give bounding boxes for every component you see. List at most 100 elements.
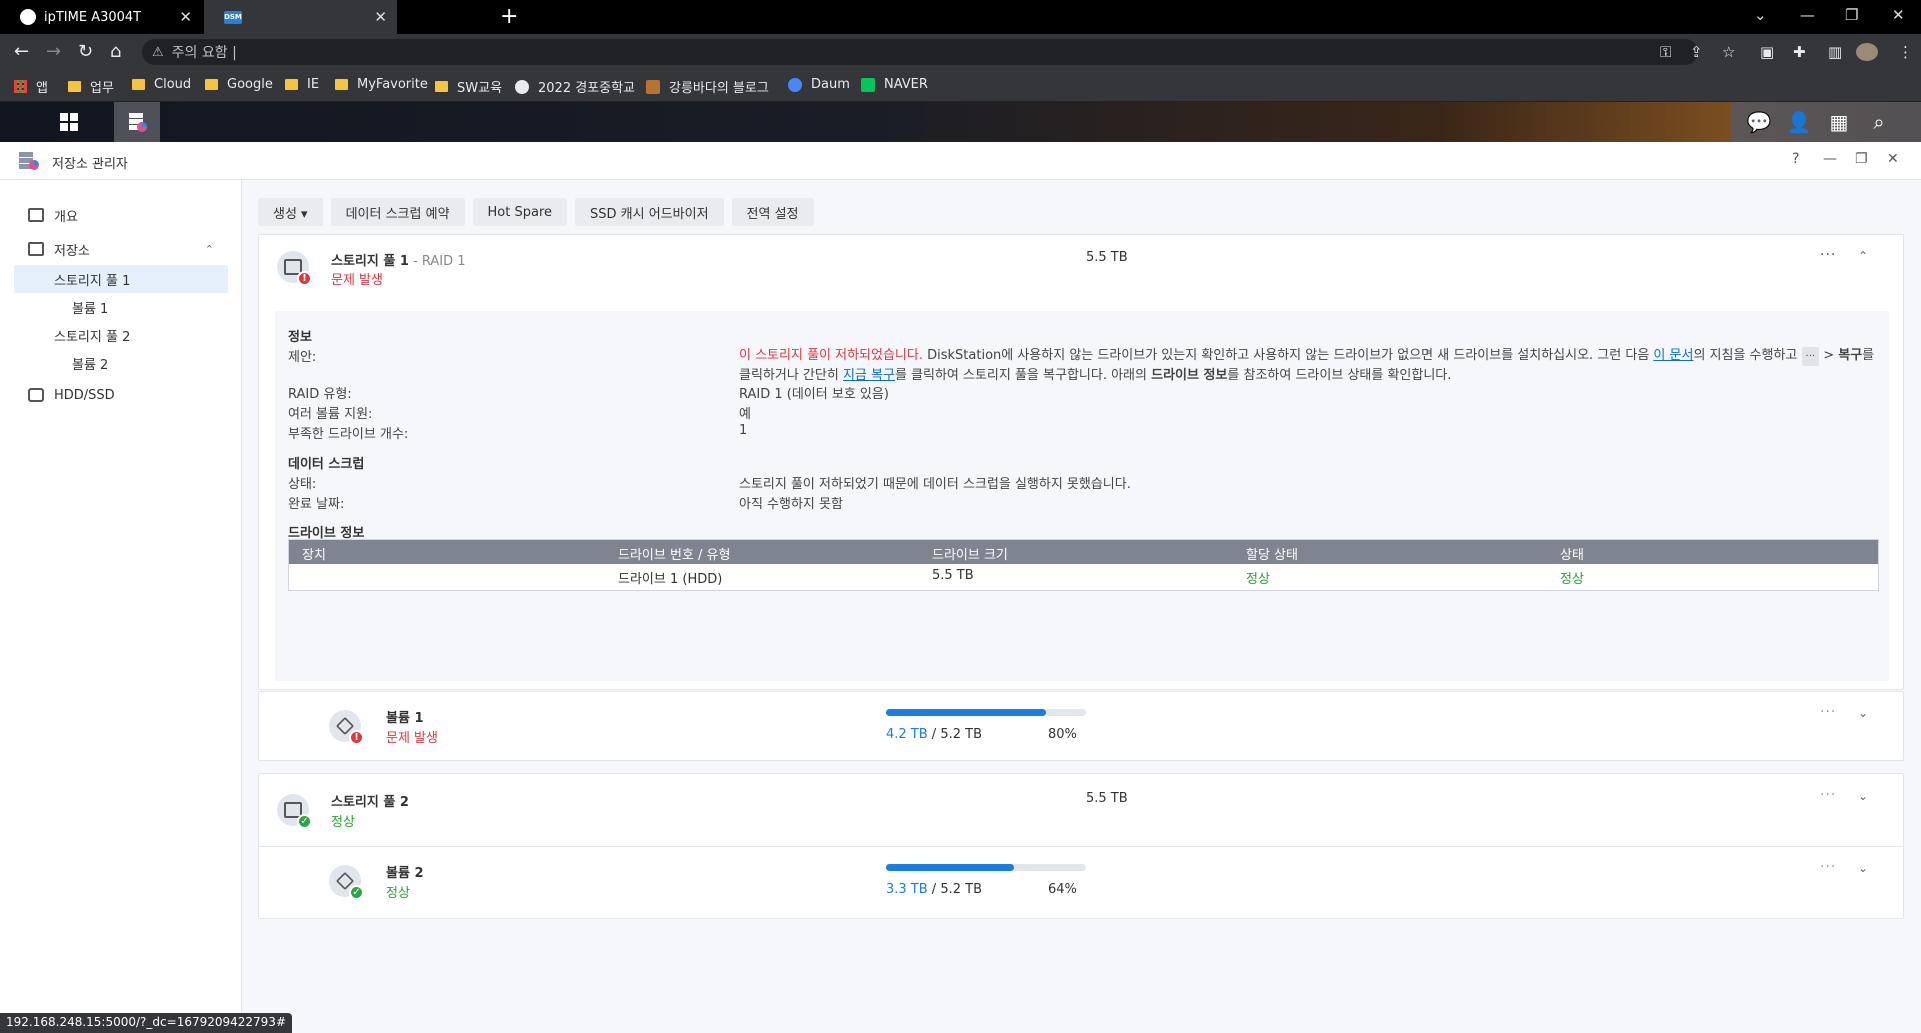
- tab-search-icon[interactable]: ⌄: [1754, 6, 1767, 24]
- bookmark-work[interactable]: 업무: [68, 77, 114, 96]
- bookmark-ie[interactable]: IE: [285, 77, 319, 92]
- reload-icon[interactable]: ↻: [78, 41, 93, 62]
- volume-title[interactable]: 볼륨 1: [386, 707, 424, 726]
- back-icon[interactable]: ←: [14, 41, 29, 62]
- pool-2-header[interactable]: ✓ 스토리지 풀 2 정상 5.5 TB ··· ⌄: [259, 774, 1903, 847]
- scrub-schedule-button[interactable]: 데이터 스크럽 예약: [330, 198, 465, 226]
- col-status[interactable]: 상태: [1560, 544, 1584, 563]
- menu-kebab-icon[interactable]: ⋮: [1898, 43, 1913, 61]
- more-options-icon[interactable]: ···: [1820, 704, 1836, 720]
- address-bar[interactable]: ⚠ 주의 요함 |: [142, 39, 1698, 65]
- global-settings-button[interactable]: 전역 설정: [731, 198, 814, 226]
- col-allocation[interactable]: 할당 상태: [1246, 544, 1298, 563]
- col-drive-size[interactable]: 드라이브 크기: [932, 544, 1008, 563]
- bookmark-label: Google: [227, 77, 273, 92]
- sidebar-item-volume2[interactable]: 볼륨 2: [14, 349, 228, 377]
- sidebar-item-label: HDD/SSD: [54, 387, 115, 403]
- puzzle-icon[interactable]: ✚: [1793, 43, 1806, 61]
- star-icon[interactable]: ☆: [1722, 43, 1735, 61]
- multi-volume-label: 여러 볼륨 지원:: [288, 407, 373, 422]
- bookmark-apps[interactable]: 앱: [14, 77, 48, 96]
- minimize-button[interactable]: —: [1823, 151, 1837, 167]
- more-options-icon[interactable]: ···: [1820, 787, 1836, 803]
- restore-button[interactable]: ❐: [1845, 6, 1858, 24]
- pool-title[interactable]: 스토리지 풀 1 - RAID 1: [331, 250, 466, 269]
- sidebar-item-overview[interactable]: 개요: [14, 201, 228, 229]
- tab-close-icon[interactable]: ✕: [179, 8, 192, 26]
- folder-icon: [285, 79, 298, 90]
- help-button[interactable]: ?: [1792, 151, 1799, 167]
- col-device[interactable]: 장치: [302, 544, 326, 563]
- more-options-icon[interactable]: ···: [1820, 859, 1836, 875]
- sidepanel-icon[interactable]: ▥: [1828, 43, 1842, 61]
- suggestion-part: 의 지침을 수행하고: [1693, 348, 1802, 363]
- bookmark-cloud[interactable]: Cloud: [132, 77, 191, 92]
- volume-usage-bar: [886, 709, 1086, 716]
- share-icon[interactable]: ⇪: [1690, 43, 1703, 61]
- chevron-down-icon[interactable]: ⌄: [1858, 706, 1868, 720]
- used-size: 4.2 TB: [886, 727, 928, 742]
- bookmark-label: NAVER: [884, 77, 928, 92]
- volume-usage-text: 3.3 TB / 5.2 TB: [886, 882, 982, 897]
- col-drive-type[interactable]: 드라이브 번호 / 유형: [618, 544, 730, 563]
- sidebar-item-volume1[interactable]: 볼륨 1: [14, 293, 228, 321]
- pool-size: 5.5 TB: [1086, 250, 1128, 265]
- bookmark-sw-edu[interactable]: SW교육: [435, 77, 502, 96]
- bookmark-google[interactable]: Google: [205, 77, 273, 92]
- sidebar-item-storage[interactable]: 저장소 ⌃: [14, 235, 228, 263]
- bookmark-myfavorite[interactable]: MyFavorite: [335, 77, 428, 92]
- chevron-up-icon[interactable]: ⌃: [1858, 249, 1868, 263]
- pool-status: 문제 발생: [331, 273, 383, 288]
- hot-spare-button[interactable]: Hot Spare: [472, 198, 568, 226]
- tab-iptime[interactable]: ipTIME A3004T ✕: [0, 0, 202, 34]
- sidebar-item-label: 스토리지 풀 2: [54, 329, 131, 345]
- chevron-up-icon[interactable]: ⌃: [205, 243, 214, 256]
- usage-fill: [886, 864, 1014, 871]
- bookmark-school[interactable]: 2022 경포중학교: [515, 77, 635, 96]
- bookmark-blog[interactable]: 강릉바다의 블로그: [646, 77, 769, 96]
- notification-icon[interactable]: 💬: [1747, 110, 1772, 134]
- maximize-button[interactable]: ❐: [1855, 151, 1868, 167]
- pool-status: 정상: [331, 815, 355, 830]
- home-icon[interactable]: ⌂: [110, 41, 121, 62]
- create-button[interactable]: 생성 ▾: [258, 198, 323, 226]
- this-document-link[interactable]: 이 문서: [1653, 348, 1693, 363]
- cell-allocation: 정상: [1246, 572, 1270, 587]
- extension-a-icon[interactable]: ▣: [1760, 43, 1774, 61]
- widgets-icon[interactable]: ▦: [1827, 110, 1851, 134]
- address-text: 주의 요함 |: [171, 45, 237, 61]
- profile-avatar[interactable]: [1856, 43, 1878, 61]
- sidebar-item-hdd-ssd[interactable]: HDD/SSD: [14, 381, 228, 409]
- tab-close-icon[interactable]: ✕: [374, 8, 387, 26]
- bookmark-naver[interactable]: NAVER: [861, 77, 928, 92]
- table-row[interactable]: 드라이브 1 (HDD) 5.5 TB 정상 정상: [289, 564, 1878, 590]
- key-icon[interactable]: ⚿: [1660, 43, 1671, 61]
- bookmark-daum[interactable]: Daum: [788, 77, 850, 92]
- volume-1-card[interactable]: ! 볼륨 1 문제 발생 4.2 TB / 5.2 TB 80% ··· ⌄: [258, 691, 1904, 761]
- scrub-status-label: 상태:: [288, 477, 317, 492]
- pool-title[interactable]: 스토리지 풀 2: [331, 791, 409, 810]
- volume-title[interactable]: 볼륨 2: [386, 862, 424, 881]
- storage-manager-taskbar-button[interactable]: [114, 102, 160, 142]
- sidebar-item-pool1[interactable]: 스토리지 풀 1: [14, 265, 228, 293]
- sidebar-item-pool2[interactable]: 스토리지 풀 2: [14, 321, 228, 349]
- main-menu-button[interactable]: [46, 102, 92, 142]
- tab-dsm[interactable]: DSM ✕: [204, 0, 397, 34]
- ssd-cache-advisor-button[interactable]: SSD 캐시 어드바이저: [575, 198, 724, 226]
- volume-2-row[interactable]: ✓ 볼륨 2 정상 3.3 TB / 5.2 TB 64% ··· ⌄: [259, 847, 1903, 919]
- user-icon[interactable]: 👤: [1787, 110, 1812, 134]
- chevron-down-icon[interactable]: ⌄: [1858, 789, 1868, 803]
- close-window-button[interactable]: ✕: [1892, 6, 1905, 24]
- sidebar-item-label: 개요: [54, 209, 78, 225]
- search-icon[interactable]: ⌕: [1867, 110, 1891, 134]
- storage-manager-icon: [19, 152, 39, 170]
- storage-pool-icon: !: [277, 251, 312, 286]
- globe-icon: [515, 79, 529, 94]
- close-button[interactable]: ✕: [1887, 151, 1899, 167]
- minimize-button[interactable]: —: [1800, 6, 1815, 24]
- more-options-icon[interactable]: ···: [1820, 247, 1836, 263]
- repair-now-link[interactable]: 지금 복구: [843, 368, 895, 383]
- chevron-down-icon[interactable]: ⌄: [1858, 861, 1868, 875]
- forward-icon[interactable]: →: [46, 41, 61, 62]
- new-tab-button[interactable]: +: [500, 4, 518, 29]
